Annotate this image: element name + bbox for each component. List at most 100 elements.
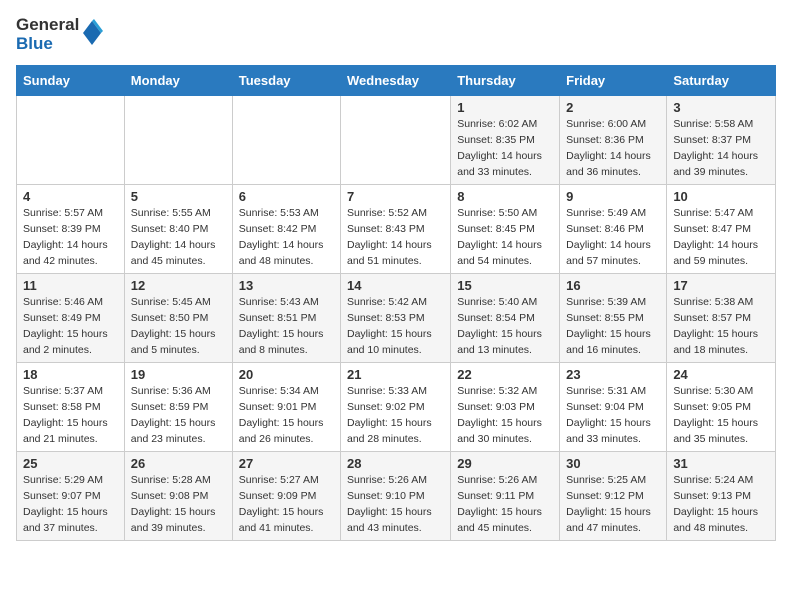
calendar-cell bbox=[341, 96, 451, 185]
calendar-cell bbox=[232, 96, 340, 185]
day-number: 11 bbox=[23, 278, 118, 293]
calendar-cell: 9 Sunrise: 5:49 AMSunset: 8:46 PMDaylight… bbox=[560, 185, 667, 274]
day-number: 6 bbox=[239, 189, 334, 204]
calendar-cell: 22 Sunrise: 5:32 AMSunset: 9:03 PMDayligh… bbox=[451, 363, 560, 452]
calendar-cell bbox=[17, 96, 125, 185]
day-number: 21 bbox=[347, 367, 444, 382]
day-number: 30 bbox=[566, 456, 660, 471]
calendar-cell: 19 Sunrise: 5:36 AMSunset: 8:59 PMDayligh… bbox=[124, 363, 232, 452]
day-info: Sunrise: 5:40 AMSunset: 8:54 PMDaylight:… bbox=[457, 295, 553, 358]
day-number: 5 bbox=[131, 189, 226, 204]
col-header-friday: Friday bbox=[560, 66, 667, 96]
col-header-wednesday: Wednesday bbox=[341, 66, 451, 96]
logo-icon bbox=[81, 19, 103, 47]
calendar-cell: 27 Sunrise: 5:27 AMSunset: 9:09 PMDayligh… bbox=[232, 452, 340, 541]
day-number: 24 bbox=[673, 367, 769, 382]
day-number: 25 bbox=[23, 456, 118, 471]
calendar-cell: 11 Sunrise: 5:46 AMSunset: 8:49 PMDayligh… bbox=[17, 274, 125, 363]
day-number: 14 bbox=[347, 278, 444, 293]
day-number: 4 bbox=[23, 189, 118, 204]
day-number: 1 bbox=[457, 100, 553, 115]
calendar-cell: 30 Sunrise: 5:25 AMSunset: 9:12 PMDayligh… bbox=[560, 452, 667, 541]
day-number: 22 bbox=[457, 367, 553, 382]
calendar-cell: 8 Sunrise: 5:50 AMSunset: 8:45 PMDaylight… bbox=[451, 185, 560, 274]
calendar-cell: 29 Sunrise: 5:26 AMSunset: 9:11 PMDayligh… bbox=[451, 452, 560, 541]
calendar-cell: 1 Sunrise: 6:02 AMSunset: 8:35 PMDaylight… bbox=[451, 96, 560, 185]
calendar-cell: 17Sunrise: 5:38 AMSunset: 8:57 PMDayligh… bbox=[667, 274, 776, 363]
day-number: 8 bbox=[457, 189, 553, 204]
logo-blue: Blue bbox=[16, 35, 79, 54]
calendar-cell: 31 Sunrise: 5:24 AMSunset: 9:13 PMDayligh… bbox=[667, 452, 776, 541]
day-number: 10 bbox=[673, 189, 769, 204]
day-number: 29 bbox=[457, 456, 553, 471]
day-info: Sunrise: 5:50 AMSunset: 8:45 PMDaylight:… bbox=[457, 206, 553, 269]
day-number: 18 bbox=[23, 367, 118, 382]
day-number: 19 bbox=[131, 367, 226, 382]
calendar-cell: 14 Sunrise: 5:42 AMSunset: 8:53 PMDayligh… bbox=[341, 274, 451, 363]
day-info: Sunrise: 5:32 AMSunset: 9:03 PMDaylight:… bbox=[457, 384, 553, 447]
day-info: Sunrise: 5:58 AMSunset: 8:37 PMDaylight:… bbox=[673, 117, 769, 180]
day-info: Sunrise: 6:00 AMSunset: 8:36 PMDaylight:… bbox=[566, 117, 660, 180]
day-info: Sunrise: 5:37 AMSunset: 8:58 PMDaylight:… bbox=[23, 384, 118, 447]
day-number: 31 bbox=[673, 456, 769, 471]
day-number: 3 bbox=[673, 100, 769, 115]
day-number: 23 bbox=[566, 367, 660, 382]
day-number: 26 bbox=[131, 456, 226, 471]
day-number: 12 bbox=[131, 278, 226, 293]
day-number: 9 bbox=[566, 189, 660, 204]
day-info: Sunrise: 5:26 AMSunset: 9:10 PMDaylight:… bbox=[347, 473, 444, 536]
day-number: 20 bbox=[239, 367, 334, 382]
calendar-cell bbox=[124, 96, 232, 185]
calendar-cell: 18 Sunrise: 5:37 AMSunset: 8:58 PMDayligh… bbox=[17, 363, 125, 452]
col-header-thursday: Thursday bbox=[451, 66, 560, 96]
day-info: Sunrise: 5:43 AMSunset: 8:51 PMDaylight:… bbox=[239, 295, 334, 358]
day-info: Sunrise: 5:27 AMSunset: 9:09 PMDaylight:… bbox=[239, 473, 334, 536]
day-info: Sunrise: 5:47 AMSunset: 8:47 PMDaylight:… bbox=[673, 206, 769, 269]
day-info: Sunrise: 5:26 AMSunset: 9:11 PMDaylight:… bbox=[457, 473, 553, 536]
col-header-tuesday: Tuesday bbox=[232, 66, 340, 96]
day-number: 2 bbox=[566, 100, 660, 115]
day-info: Sunrise: 6:02 AMSunset: 8:35 PMDaylight:… bbox=[457, 117, 553, 180]
day-info: Sunrise: 5:52 AMSunset: 8:43 PMDaylight:… bbox=[347, 206, 444, 269]
calendar-cell: 10 Sunrise: 5:47 AMSunset: 8:47 PMDayligh… bbox=[667, 185, 776, 274]
calendar-cell: 28 Sunrise: 5:26 AMSunset: 9:10 PMDayligh… bbox=[341, 452, 451, 541]
logo: General Blue bbox=[16, 16, 103, 53]
day-number: 13 bbox=[239, 278, 334, 293]
calendar-cell: 15 Sunrise: 5:40 AMSunset: 8:54 PMDayligh… bbox=[451, 274, 560, 363]
day-info: Sunrise: 5:30 AMSunset: 9:05 PMDaylight:… bbox=[673, 384, 769, 447]
day-info: Sunrise: 5:31 AMSunset: 9:04 PMDaylight:… bbox=[566, 384, 660, 447]
calendar-cell: 5 Sunrise: 5:55 AMSunset: 8:40 PMDaylight… bbox=[124, 185, 232, 274]
day-info: Sunrise: 5:39 AMSunset: 8:55 PMDaylight:… bbox=[566, 295, 660, 358]
day-info: Sunrise: 5:36 AMSunset: 8:59 PMDaylight:… bbox=[131, 384, 226, 447]
day-info: Sunrise: 5:45 AMSunset: 8:50 PMDaylight:… bbox=[131, 295, 226, 358]
day-info: Sunrise: 5:29 AMSunset: 9:07 PMDaylight:… bbox=[23, 473, 118, 536]
logo-general: General bbox=[16, 16, 79, 35]
day-number: 27 bbox=[239, 456, 334, 471]
col-header-monday: Monday bbox=[124, 66, 232, 96]
day-number: 28 bbox=[347, 456, 444, 471]
calendar-cell: 2 Sunrise: 6:00 AMSunset: 8:36 PMDaylight… bbox=[560, 96, 667, 185]
calendar-cell: 21 Sunrise: 5:33 AMSunset: 9:02 PMDayligh… bbox=[341, 363, 451, 452]
day-info: Sunrise: 5:46 AMSunset: 8:49 PMDaylight:… bbox=[23, 295, 118, 358]
calendar-cell: 24 Sunrise: 5:30 AMSunset: 9:05 PMDayligh… bbox=[667, 363, 776, 452]
calendar-cell: 20 Sunrise: 5:34 AMSunset: 9:01 PMDayligh… bbox=[232, 363, 340, 452]
day-number: 15 bbox=[457, 278, 553, 293]
day-number: 16 bbox=[566, 278, 660, 293]
day-info: Sunrise: 5:42 AMSunset: 8:53 PMDaylight:… bbox=[347, 295, 444, 358]
day-info: Sunrise: 5:24 AMSunset: 9:13 PMDaylight:… bbox=[673, 473, 769, 536]
day-info: Sunrise: 5:34 AMSunset: 9:01 PMDaylight:… bbox=[239, 384, 334, 447]
calendar-cell: 25 Sunrise: 5:29 AMSunset: 9:07 PMDayligh… bbox=[17, 452, 125, 541]
calendar-table: SundayMondayTuesdayWednesdayThursdayFrid… bbox=[16, 65, 776, 541]
day-info: Sunrise: 5:33 AMSunset: 9:02 PMDaylight:… bbox=[347, 384, 444, 447]
calendar-cell: 26Sunrise: 5:28 AMSunset: 9:08 PMDayligh… bbox=[124, 452, 232, 541]
col-header-saturday: Saturday bbox=[667, 66, 776, 96]
page-header: General Blue bbox=[16, 16, 776, 53]
day-info: Sunrise: 5:57 AMSunset: 8:39 PMDaylight:… bbox=[23, 206, 118, 269]
calendar-cell: 12 Sunrise: 5:45 AMSunset: 8:50 PMDayligh… bbox=[124, 274, 232, 363]
calendar-cell: 6Sunrise: 5:53 AMSunset: 8:42 PMDaylight… bbox=[232, 185, 340, 274]
day-info: Sunrise: 5:38 AMSunset: 8:57 PMDaylight:… bbox=[673, 295, 769, 358]
calendar-cell: 13 Sunrise: 5:43 AMSunset: 8:51 PMDayligh… bbox=[232, 274, 340, 363]
day-info: Sunrise: 5:55 AMSunset: 8:40 PMDaylight:… bbox=[131, 206, 226, 269]
day-info: Sunrise: 5:25 AMSunset: 9:12 PMDaylight:… bbox=[566, 473, 660, 536]
day-info: Sunrise: 5:49 AMSunset: 8:46 PMDaylight:… bbox=[566, 206, 660, 269]
